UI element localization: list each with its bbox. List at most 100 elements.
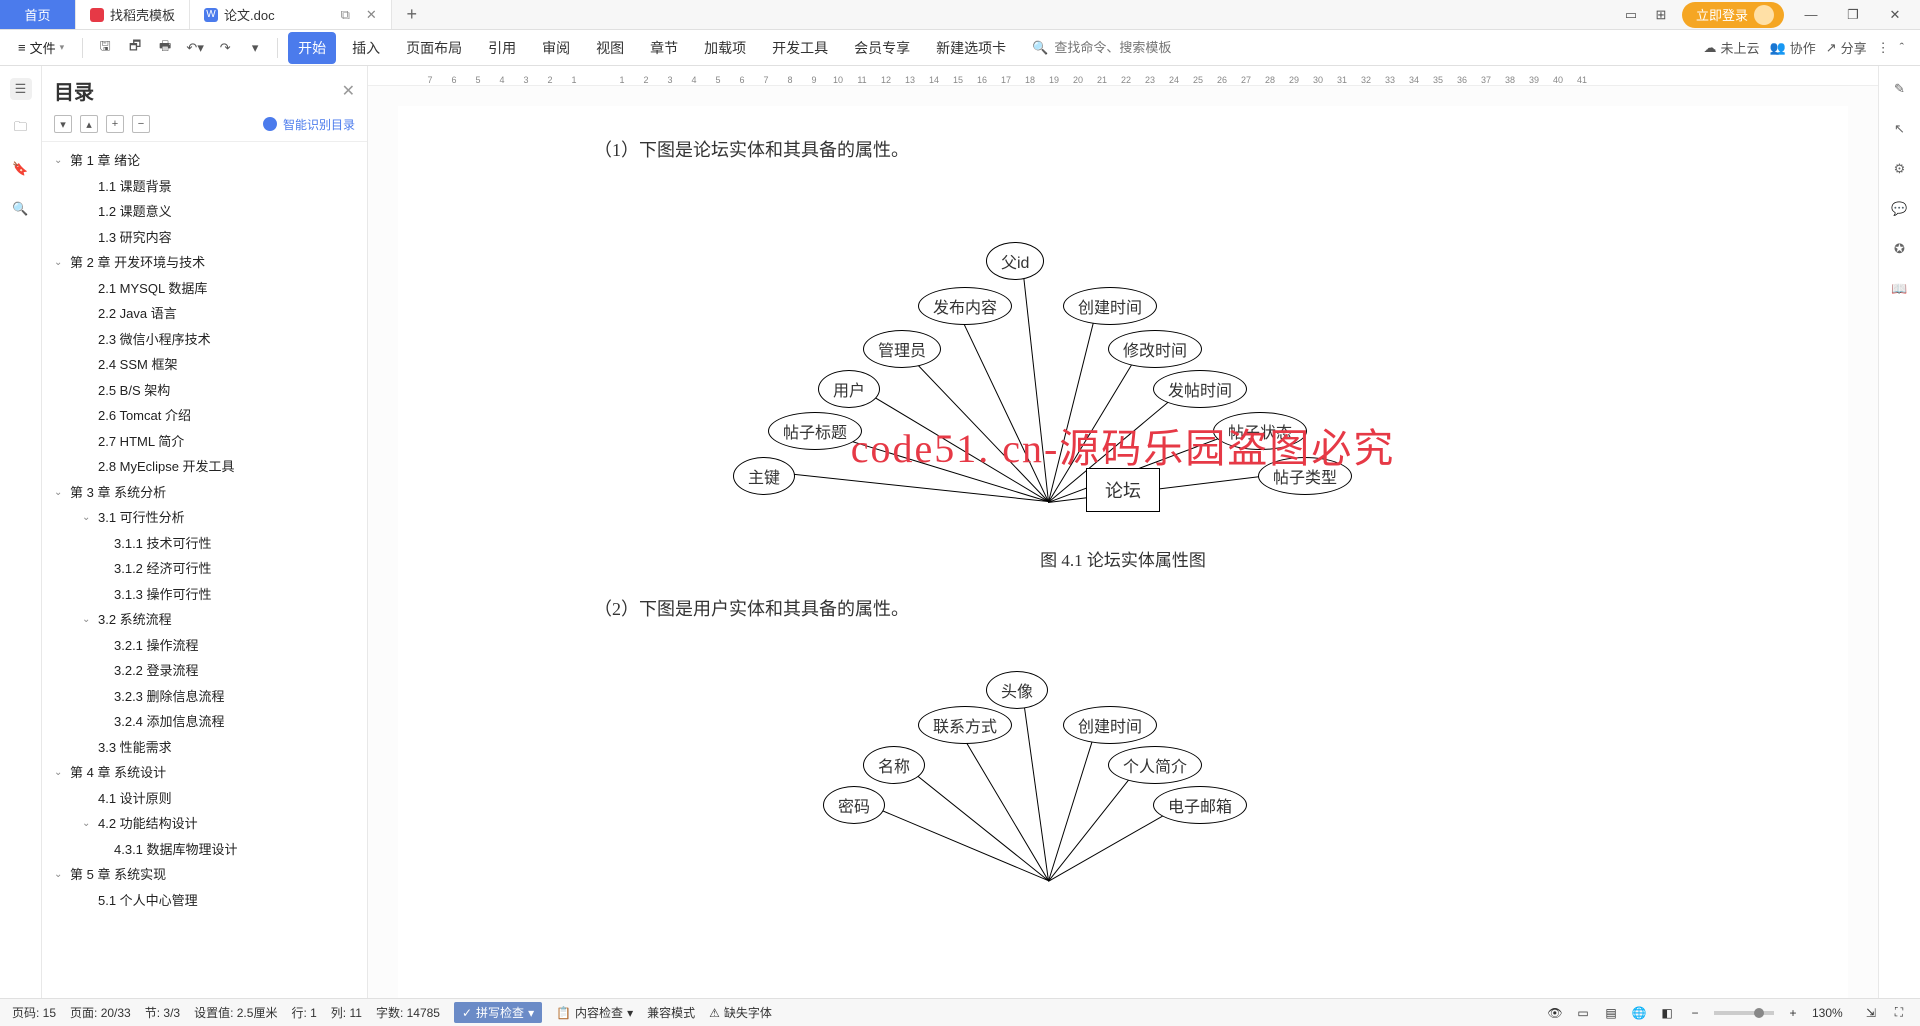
toc-item[interactable]: 1.1 课题背景	[42, 174, 367, 200]
settings-slider-icon[interactable]: ⚙	[1889, 158, 1911, 180]
tab-template-store[interactable]: 找稻壳模板	[76, 0, 190, 29]
command-search-input[interactable]	[1054, 40, 1184, 55]
toc-item[interactable]: 2.5 B/S 架构	[42, 378, 367, 404]
toc-item[interactable]: 4.3.1 数据库物理设计	[42, 837, 367, 863]
toc-item[interactable]: ⌄第 2 章 开发环境与技术	[42, 250, 367, 276]
sb-wordcount[interactable]: 字数: 14785	[376, 1004, 440, 1021]
star-icon[interactable]: ✪	[1889, 238, 1911, 260]
collab-button[interactable]: 👥协作	[1770, 38, 1816, 57]
ribbon-tab-7[interactable]: 加载项	[694, 32, 756, 64]
toc-item[interactable]: 2.3 微信小程序技术	[42, 327, 367, 353]
toc-item[interactable]: 3.2.1 操作流程	[42, 633, 367, 659]
view-web-icon[interactable]: ▤	[1602, 1004, 1620, 1022]
toc-item[interactable]: 3.1.3 操作可行性	[42, 582, 367, 608]
ribbon-tab-4[interactable]: 审阅	[532, 32, 580, 64]
view-page-icon[interactable]: ▭	[1574, 1004, 1592, 1022]
toc-expand1-button[interactable]: ▾	[54, 115, 72, 133]
smart-toc-button[interactable]: 智能识别目录	[263, 116, 355, 133]
toc-item[interactable]: 4.1 设计原则	[42, 786, 367, 812]
tab-close-icon[interactable]: ✕	[366, 7, 377, 23]
toc-item[interactable]: ⌄3.1 可行性分析	[42, 505, 367, 531]
undo-icon[interactable]: ↶▾	[183, 36, 207, 60]
print-preview-icon[interactable]: 🗗	[123, 36, 147, 60]
sb-col[interactable]: 列: 11	[331, 1004, 362, 1021]
app-menu-button[interactable]: ≡ 文件▾	[10, 34, 72, 61]
toc-item[interactable]: 2.7 HTML 简介	[42, 429, 367, 455]
toc-item[interactable]: ⌄第 4 章 系统设计	[42, 760, 367, 786]
ribbon-tab-8[interactable]: 开发工具	[762, 32, 838, 64]
ribbon-tab-3[interactable]: 引用	[478, 32, 526, 64]
apps-icon[interactable]: ⊞	[1652, 6, 1670, 24]
search-panel-icon[interactable]: 🔍	[10, 198, 32, 220]
toc-item[interactable]: ⌄第 5 章 系统实现	[42, 862, 367, 888]
ribbon-tab-0[interactable]: 开始	[288, 32, 336, 64]
ribbon-tab-10[interactable]: 新建选项卡	[926, 32, 1016, 64]
zoom-in-icon[interactable]: +	[1784, 1004, 1802, 1022]
collapse-ribbon-icon[interactable]: ˆ	[1900, 40, 1904, 55]
tab-add-button[interactable]: +	[392, 0, 432, 29]
tab-home[interactable]: 首页	[0, 0, 76, 29]
command-search[interactable]: 🔍	[1022, 40, 1184, 56]
tab-popout-icon[interactable]: ⧉	[341, 7, 350, 23]
window-maximize-button[interactable]: ❐	[1838, 0, 1868, 30]
toc-item[interactable]: 3.1.2 经济可行性	[42, 556, 367, 582]
window-minimize-button[interactable]: —	[1796, 0, 1826, 30]
toc-item[interactable]: 2.8 MyEclipse 开发工具	[42, 454, 367, 480]
bookmark-icon[interactable]: 🔖	[10, 158, 32, 180]
zoom-slider[interactable]	[1714, 1011, 1774, 1015]
cursor-icon[interactable]: ↖	[1889, 118, 1911, 140]
toc-item[interactable]: 3.2.3 删除信息流程	[42, 684, 367, 710]
eye-icon[interactable]: 👁	[1546, 1004, 1564, 1022]
toc-item[interactable]: 3.1.1 技术可行性	[42, 531, 367, 557]
cloud-status[interactable]: ☁未上云	[1704, 38, 1760, 57]
sb-setvalue[interactable]: 设置值: 2.5厘米	[194, 1004, 277, 1021]
sb-content-check[interactable]: 📋 内容检查 ▾	[556, 1004, 633, 1021]
reading-icon[interactable]: 📖	[1889, 278, 1911, 300]
skin-icon[interactable]: ▭	[1622, 6, 1640, 24]
zoom-out-icon[interactable]: −	[1686, 1004, 1704, 1022]
more-menu-icon[interactable]: ⋮	[1877, 40, 1890, 56]
toc-item[interactable]: ⌄4.2 功能结构设计	[42, 811, 367, 837]
save-icon[interactable]: 🖫	[93, 36, 117, 60]
sb-page[interactable]: 页面: 20/33	[70, 1004, 131, 1021]
toc-item[interactable]: 3.2.4 添加信息流程	[42, 709, 367, 735]
print-icon[interactable]: 🖶	[153, 36, 177, 60]
toc-item[interactable]: 5.1 个人中心管理	[42, 888, 367, 914]
sb-spellcheck-button[interactable]: ✓ 拼写检查 ▾	[454, 1002, 542, 1023]
ribbon-tab-5[interactable]: 视图	[586, 32, 634, 64]
sb-section[interactable]: 节: 3/3	[145, 1004, 180, 1021]
chat-icon[interactable]: 💬	[1889, 198, 1911, 220]
sb-missing-font[interactable]: ⚠ 缺失字体	[709, 1004, 772, 1021]
nav-icon[interactable]: 🗀	[10, 118, 32, 140]
toc-item[interactable]: 1.2 课题意义	[42, 199, 367, 225]
fullscreen-icon[interactable]: ⛶	[1890, 1004, 1908, 1022]
toc-item[interactable]: 1.3 研究内容	[42, 225, 367, 251]
ribbon-tab-6[interactable]: 章节	[640, 32, 688, 64]
ribbon-tab-2[interactable]: 页面布局	[396, 32, 472, 64]
toc-item[interactable]: 2.2 Java 语言	[42, 301, 367, 327]
toc-item[interactable]: 2.6 Tomcat 介绍	[42, 403, 367, 429]
toc-plus-button[interactable]: +	[106, 115, 124, 133]
document-area[interactable]: 7654321123456789101112131415161718192021…	[368, 66, 1878, 998]
outline-icon[interactable]: ☰	[10, 78, 32, 100]
toc-item[interactable]: 3.2.2 登录流程	[42, 658, 367, 684]
ribbon-tab-1[interactable]: 插入	[342, 32, 390, 64]
tab-document[interactable]: W 论文.doc ⧉ ✕	[190, 0, 392, 29]
sb-row[interactable]: 行: 1	[291, 1004, 316, 1021]
window-close-button[interactable]: ✕	[1880, 0, 1910, 30]
pencil-icon[interactable]: ✎	[1889, 78, 1911, 100]
login-button[interactable]: 立即登录	[1682, 2, 1784, 28]
toc-item[interactable]: 2.1 MYSQL 数据库	[42, 276, 367, 302]
redo-icon[interactable]: ↷	[213, 36, 237, 60]
toc-item[interactable]: 3.3 性能需求	[42, 735, 367, 761]
format-painter-icon[interactable]: ▾	[243, 36, 267, 60]
sb-page-number[interactable]: 页码: 15	[12, 1004, 56, 1021]
toc-item[interactable]: 2.4 SSM 框架	[42, 352, 367, 378]
outline-close-icon[interactable]: ✕	[342, 81, 355, 101]
toc-expand2-button[interactable]: ▴	[80, 115, 98, 133]
horizontal-ruler[interactable]: 7654321123456789101112131415161718192021…	[368, 66, 1878, 86]
toc-item[interactable]: ⌄第 1 章 绪论	[42, 148, 367, 174]
toc-item[interactable]: ⌄第 3 章 系统分析	[42, 480, 367, 506]
sb-compat-mode[interactable]: 兼容模式	[647, 1004, 695, 1021]
view-outline-icon[interactable]: 🌐	[1630, 1004, 1648, 1022]
